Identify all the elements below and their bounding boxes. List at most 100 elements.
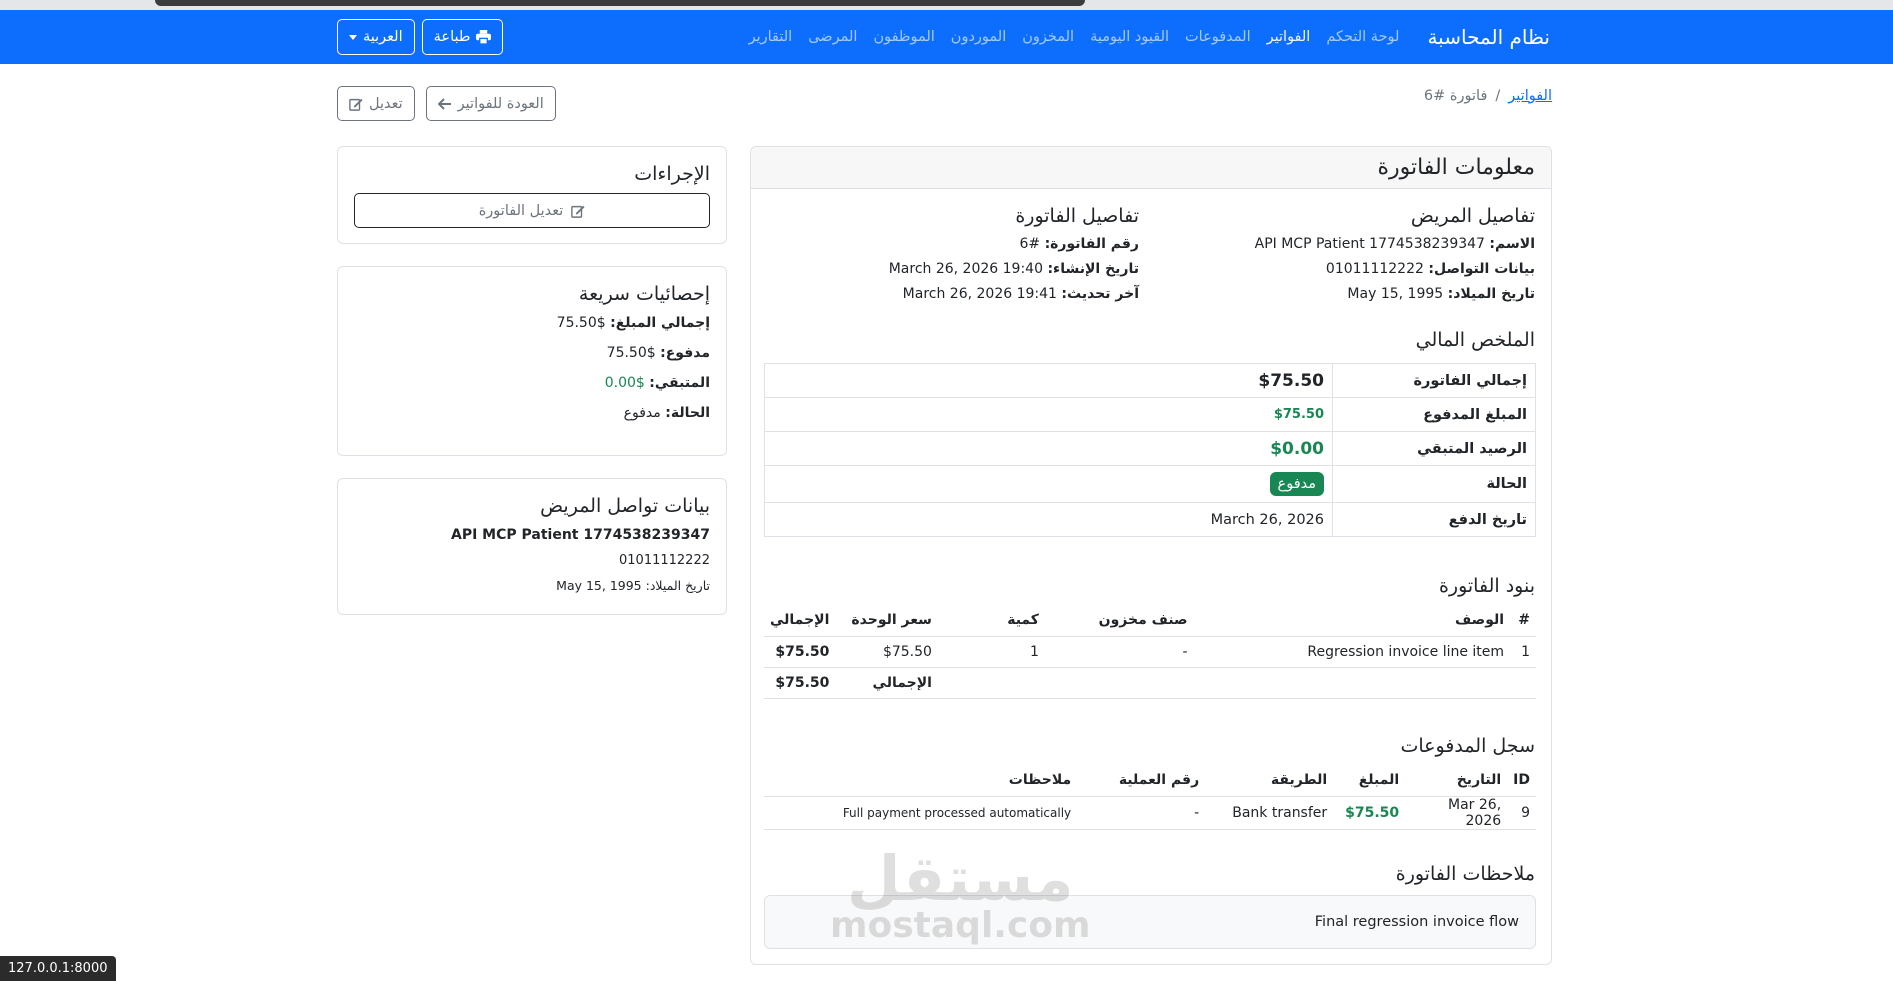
edit-icon	[571, 204, 585, 218]
actions-title: الإجراءات	[634, 163, 710, 185]
status-badge: مدفوع	[1269, 472, 1324, 496]
payments-title: سجل المدفوعات	[1400, 735, 1535, 757]
language-dropdown[interactable]: العربية	[337, 19, 415, 55]
patient-dob-label: تاريخ الميلاد:	[1447, 286, 1535, 302]
patient-details-title: تفاصيل المريض	[1410, 205, 1535, 227]
item-total: $75.50	[764, 636, 836, 668]
language-label: العربية	[363, 29, 403, 45]
stat-remaining-row: المتبقي: $0.00	[354, 375, 710, 391]
col-method: الطريقة	[1205, 765, 1334, 797]
col-stock: صنف مخزون	[1044, 605, 1194, 637]
browser-tab-bar	[155, 0, 1085, 6]
col-txn: رقم العملية	[1077, 765, 1206, 797]
fin-paid-value: $75.50	[764, 397, 1333, 432]
updated-date-row: آخر تحديث: March 26, 2026 19:41	[769, 286, 1139, 302]
fin-total-label: إجمالي الفاتورة	[1332, 363, 1536, 398]
invoice-notes-title: ملاحظات الفاتورة	[1395, 863, 1535, 885]
invoice-number: #6	[1019, 236, 1041, 252]
actions-card: الإجراءات تعديل الفاتورة	[337, 146, 727, 244]
fin-paid-label: المبلغ المدفوع	[1332, 397, 1536, 432]
nav-link-invoices[interactable]: الفواتير	[1259, 29, 1319, 45]
edit-invoice-label: تعديل الفاتورة	[478, 202, 564, 219]
payment-method: Bank transfer	[1205, 796, 1334, 830]
patient-contact: 01011112222	[1325, 261, 1424, 277]
contact-dob-label: تاريخ الميلاد:	[645, 578, 710, 593]
payment-date: Mar 26, 2026	[1405, 796, 1508, 830]
payment-amount: $75.50	[1333, 796, 1406, 830]
fin-row-remaining: الرصيد المتبقي $0.00	[764, 431, 1536, 466]
col-notes: ملاحظات	[764, 765, 1078, 797]
back-to-invoices-button[interactable]: العودة للفواتير	[425, 86, 556, 121]
browser-status-bar: 127.0.0.1:8000	[0, 956, 116, 981]
patient-contact-label: بيانات التواصل:	[1428, 261, 1535, 277]
stat-paid-label: مدفوع:	[660, 345, 710, 361]
browser-top-strip	[0, 0, 1893, 10]
stat-remaining-label: المتبقي:	[649, 375, 710, 391]
navbar-brand[interactable]: نظام المحاسبة	[1427, 25, 1550, 49]
stat-total: $75.50	[556, 315, 606, 331]
watermark-ar: مستقل	[846, 842, 1074, 915]
stat-total-row: إجمالي المبلغ: $75.50	[354, 315, 710, 331]
stat-status: مدفوع	[623, 405, 661, 421]
stat-total-label: إجمالي المبلغ:	[610, 315, 710, 331]
stat-status-label: الحالة:	[665, 405, 710, 421]
patient-dob-row: تاريخ الميلاد: May 15, 1995	[1165, 286, 1535, 302]
edit-button[interactable]: تعديل	[337, 86, 415, 121]
created-date-label: تاريخ الإنشاء:	[1047, 261, 1139, 277]
items-footer-label: الإجمالي	[835, 667, 938, 699]
invoice-items-title: بنود الفاتورة	[1438, 575, 1535, 597]
edit-label: تعديل	[369, 95, 403, 112]
nav-link-reports[interactable]: التقارير	[741, 29, 801, 45]
patient-name-row: الاسم: API MCP Patient 1774538239347	[1165, 236, 1535, 252]
nav-link-employees[interactable]: الموظفون	[865, 29, 942, 45]
invoice-items-table: # الوصف صنف مخزون كمية سعر الوحدة الإجما…	[764, 605, 1536, 699]
watermark: مستقل mostaql.com	[830, 842, 1091, 944]
quick-stats-card: إحصائيات سريعة إجمالي المبلغ: $75.50 مدف…	[337, 266, 727, 456]
fin-row-pay-date: تاريخ الدفع March 26, 2026	[764, 502, 1536, 537]
patient-contact-row: بيانات التواصل: 01011112222	[1165, 261, 1535, 277]
breadcrumb: الفواتير / فاتورة #6	[1424, 88, 1552, 104]
payment-id: 9	[1507, 796, 1536, 830]
col-amount: المبلغ	[1333, 765, 1406, 797]
updated-date-label: آخر تحديث:	[1061, 286, 1139, 302]
page-actions: تعديل العودة للفواتير	[337, 86, 556, 121]
print-button[interactable]: طباعة	[421, 19, 504, 55]
item-qty: 1	[937, 636, 1045, 668]
nav-link-patients[interactable]: المرضى	[800, 29, 865, 45]
nav-link-dashboard[interactable]: لوحة التحكم	[1318, 29, 1407, 45]
col-unit-price: سعر الوحدة	[835, 605, 938, 637]
patient-details: تفاصيل المريض الاسم: API MCP Patient 177…	[1165, 205, 1535, 302]
contact-dob-row: تاريخ الميلاد: May 15, 1995	[354, 578, 710, 593]
item-stock: -	[1044, 636, 1194, 668]
patient-contact-card: بيانات تواصل المريض API MCP Patient 1774…	[337, 478, 727, 615]
patient-name-label: الاسم:	[1489, 236, 1535, 252]
col-desc: الوصف	[1193, 605, 1511, 637]
col-qty: كمية	[937, 605, 1045, 637]
back-label: العودة للفواتير	[457, 95, 544, 112]
col-total: الإجمالي	[764, 605, 836, 637]
edit-icon	[349, 97, 363, 111]
arrow-left-icon	[437, 97, 452, 110]
fin-pay-date-value: March 26, 2026	[764, 502, 1333, 537]
nav-link-inventory[interactable]: المخزون	[1014, 29, 1082, 45]
fin-row-status: الحالة مدفوع	[764, 465, 1536, 503]
patient-dob: May 15, 1995	[1347, 286, 1444, 302]
financial-summary-table: إجمالي الفاتورة $75.50 المبلغ المدفوع $7…	[764, 363, 1536, 537]
items-footer-total: $75.50	[764, 667, 836, 699]
payments-header-row: ID التاريخ المبلغ الطريقة رقم العملية مل…	[764, 765, 1536, 797]
nav-link-payments[interactable]: المدفوعات	[1177, 29, 1259, 45]
item-num: 1	[1510, 636, 1536, 668]
contact-phone: 01011112222	[619, 553, 710, 568]
stat-status-row: الحالة: مدفوع	[354, 405, 710, 421]
invoice-notes-text: Final regression invoice flow	[1314, 914, 1519, 930]
stat-paid-row: مدفوع: $75.50	[354, 345, 710, 361]
nav-link-journal[interactable]: القيود اليومية	[1082, 29, 1177, 45]
edit-invoice-button[interactable]: تعديل الفاتورة	[354, 193, 710, 228]
invoice-info-header: معلومات الفاتورة	[751, 147, 1551, 189]
breadcrumb-invoices-link[interactable]: الفواتير	[1508, 88, 1552, 104]
nav-link-suppliers[interactable]: الموردون	[943, 29, 1014, 45]
breadcrumb-separator: /	[1495, 88, 1501, 104]
patient-name: API MCP Patient 1774538239347	[1254, 236, 1485, 252]
fin-total-value: $75.50	[764, 363, 1333, 398]
payment-txn: -	[1077, 796, 1206, 830]
